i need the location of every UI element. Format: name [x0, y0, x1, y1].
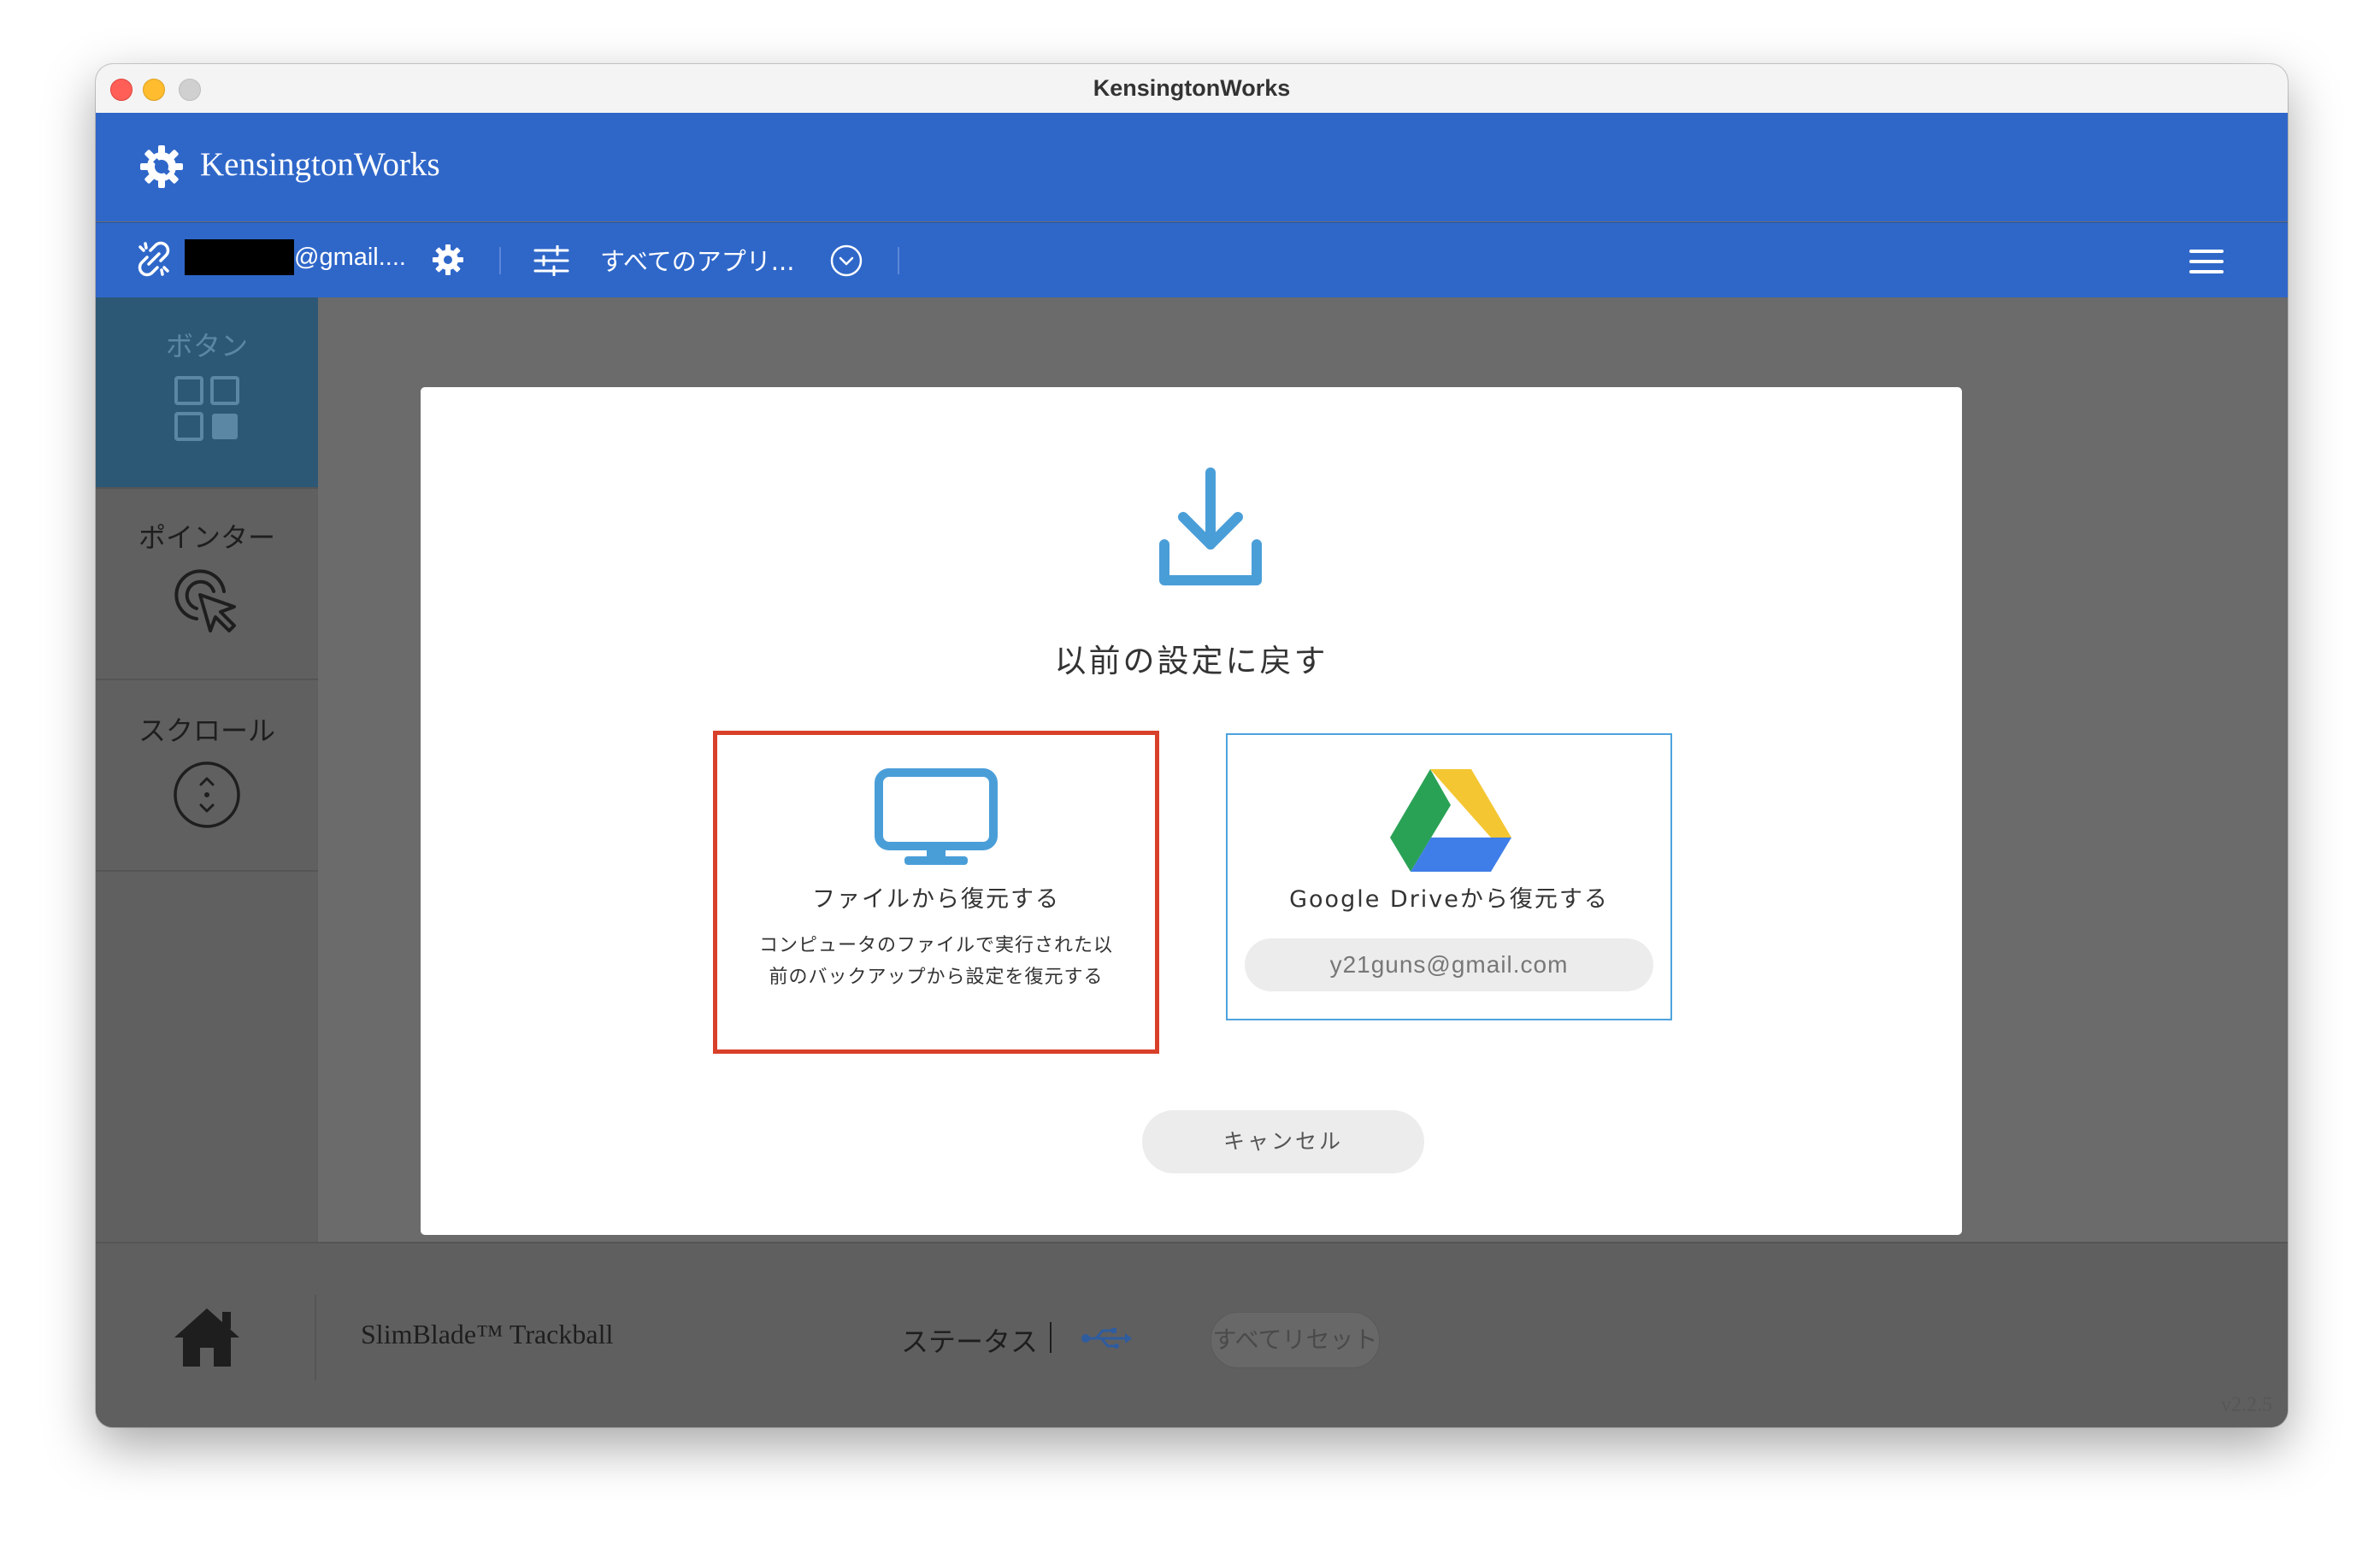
app-filter-label[interactable]: すべてのアプリ... [600, 242, 794, 278]
restore-from-file-option[interactable]: ファイルから復元する コンピュータのファイルで実行された以前のバックアップから設… [713, 731, 1159, 1054]
app-window: KensingtonWorks KensingtonWorks @gmail..… [96, 64, 2288, 1427]
usb-icon [1081, 1328, 1132, 1349]
device-name: SlimBlade™ Trackball [361, 1319, 614, 1349]
window-title: KensingtonWorks [1093, 75, 1291, 101]
chevron-down-circle-icon[interactable] [829, 244, 863, 278]
sidebar-item-buttons[interactable]: ボタン [96, 297, 318, 489]
dialog-title: 以前の設定に戻す [1054, 643, 1328, 679]
cancel-button[interactable]: キャンセル [1142, 1110, 1424, 1173]
drive-account-email: y21guns@gmail.com [1245, 938, 1653, 991]
home-icon[interactable] [171, 1305, 243, 1370]
sidebar-item-pointer[interactable]: ポインター [96, 489, 318, 680]
toolbar: @gmail.... すべてのアプリ... [96, 222, 2288, 298]
gear-icon[interactable] [431, 243, 465, 277]
account-email[interactable]: @gmail.... [294, 244, 406, 272]
reset-all-button[interactable]: すべてリセット [1211, 1312, 1380, 1368]
toolbar-divider [898, 247, 899, 274]
sidebar-item-label: スクロール [138, 714, 275, 747]
restore-from-google-drive-option[interactable]: Google Driveから復元する y21guns@gmail.com [1226, 733, 1672, 1020]
gear-wrench-logo-icon [140, 145, 183, 188]
sidebar-item-label: ポインター [138, 521, 275, 554]
redacted-account-name [185, 239, 294, 275]
pointer-cursor-icon [174, 569, 236, 632]
drive-option-title: Google Driveから復元する [1289, 886, 1609, 913]
footer: SlimBlade™ Trackball ステータス すべてリセット v2.2.… [96, 1242, 2288, 1427]
sliders-icon[interactable] [533, 245, 569, 276]
file-option-title: ファイルから復元する [812, 886, 1060, 913]
status-label: ステータス [901, 1326, 1039, 1358]
unlink-icon[interactable] [135, 240, 173, 278]
sidebar: ボタン ポインター スクロール [96, 297, 335, 1242]
computer-monitor-icon [875, 768, 998, 865]
title-bar: KensingtonWorks [96, 64, 2288, 114]
sidebar-item-label: ボタン [165, 330, 248, 362]
hamburger-menu-icon[interactable] [2189, 247, 2224, 276]
file-option-description: コンピュータのファイルで実行された以前のバックアップから設定を復元する [758, 935, 1113, 988]
status-divider [1050, 1322, 1052, 1353]
footer-divider [315, 1295, 316, 1380]
download-icon [1159, 467, 1262, 585]
restore-settings-dialog: 以前の設定に戻す ファイルから復元する コンピュータのファイルで実行された以前の… [421, 387, 1962, 1235]
app-header: KensingtonWorks [96, 113, 2288, 221]
toolbar-divider [499, 247, 501, 274]
app-name: KensingtonWorks [200, 146, 440, 183]
version-label: v2.2.5 [2221, 1394, 2272, 1416]
scroll-icon [174, 761, 240, 828]
google-drive-icon [1390, 769, 1511, 872]
buttons-grid-icon [174, 376, 239, 441]
sidebar-item-scroll[interactable]: スクロール [96, 680, 318, 872]
